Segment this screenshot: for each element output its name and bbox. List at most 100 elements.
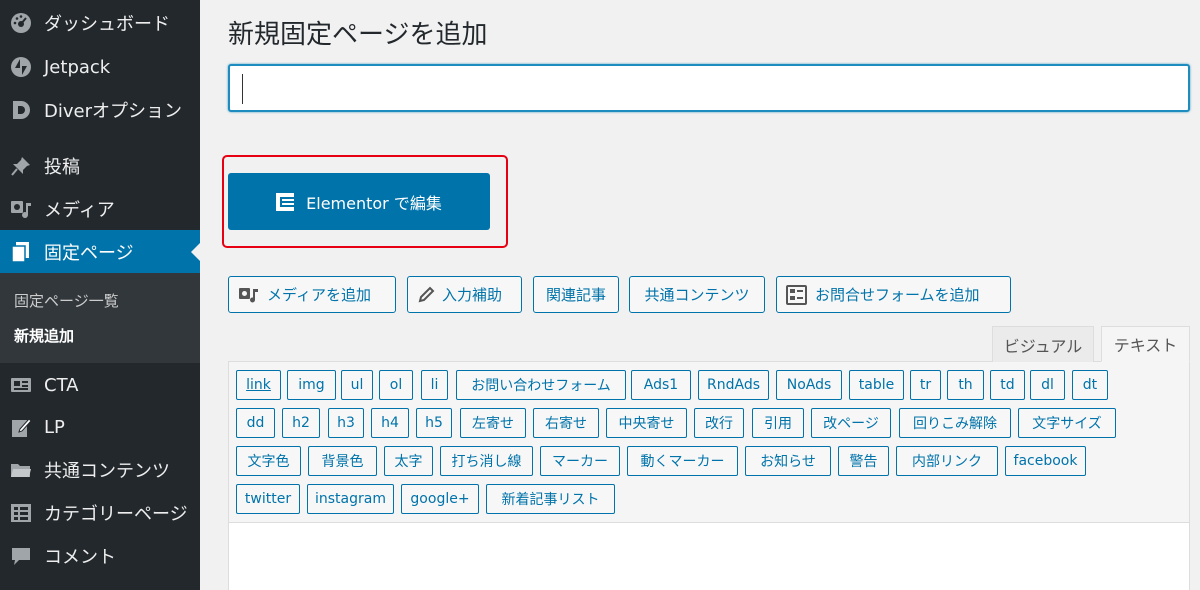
- diver-icon: [9, 98, 33, 122]
- jetpack-icon: [9, 55, 33, 79]
- quicktag-button[interactable]: google+: [401, 484, 479, 514]
- sidebar-item-label: カテゴリーページ: [44, 504, 188, 525]
- add-media-label: メディアを追加: [267, 286, 371, 304]
- sidebar-item-label: LP: [44, 416, 65, 438]
- title-input[interactable]: [228, 64, 1190, 112]
- quicktag-button[interactable]: table: [849, 370, 904, 400]
- quicktag-button[interactable]: 引用: [752, 408, 804, 438]
- sidebar-item-cta[interactable]: CTA: [0, 363, 200, 407]
- sidebar-item-comments[interactable]: コメント: [0, 534, 200, 578]
- quicktag-button[interactable]: th: [947, 370, 984, 400]
- quicktag-button[interactable]: 右寄せ: [533, 408, 599, 438]
- quicktag-button[interactable]: 動くマーカー: [627, 446, 738, 476]
- quicktag-button[interactable]: 左寄せ: [460, 408, 526, 438]
- quicktag-button[interactable]: 文字サイズ: [1018, 408, 1116, 438]
- quicktag-button[interactable]: instagram: [307, 484, 394, 514]
- sidebar-item-category-pages[interactable]: カテゴリーページ: [0, 491, 200, 535]
- media-icon: [238, 286, 260, 304]
- quicktag-button[interactable]: dd: [236, 408, 275, 438]
- quicktag-button[interactable]: h2: [282, 408, 320, 438]
- quicktag-button[interactable]: 打ち消し線: [440, 446, 533, 476]
- submenu-item-add-new[interactable]: 新規追加: [14, 325, 74, 346]
- edit-page-icon: [9, 415, 33, 439]
- sidebar-item-diver-options[interactable]: Diverオプション: [0, 88, 200, 132]
- cta-icon: [9, 373, 33, 397]
- quicktag-button[interactable]: NoAds: [776, 370, 842, 400]
- quicktag-button[interactable]: td: [990, 370, 1025, 400]
- sidebar-item-jetpack[interactable]: Jetpack: [0, 45, 200, 89]
- sidebar-item-label: 投稿: [44, 157, 80, 178]
- quicktag-button[interactable]: twitter: [236, 484, 300, 514]
- sidebar-item-label: Diverオプション: [44, 101, 182, 122]
- add-contact-form-label: お問合せフォームを追加: [815, 286, 980, 304]
- sidebar-item-label: ダッシュボード: [44, 14, 170, 35]
- form-icon: [786, 284, 808, 305]
- sidebar-item-label: 共通コンテンツ: [44, 461, 170, 482]
- edit-with-elementor-button[interactable]: Elementor で編集: [228, 173, 490, 230]
- common-contents-button[interactable]: 共通コンテンツ: [629, 276, 765, 313]
- sidebar-item-media[interactable]: メディア: [0, 187, 200, 231]
- input-assist-button[interactable]: 入力補助: [407, 276, 522, 313]
- common-contents-label: 共通コンテンツ: [644, 286, 750, 304]
- dashboard-icon: [9, 11, 33, 35]
- quicktag-button[interactable]: h5: [416, 408, 452, 438]
- quicktag-button[interactable]: facebook: [1005, 446, 1086, 476]
- sidebar-item-posts[interactable]: 投稿: [0, 144, 200, 188]
- text-caret: [242, 74, 243, 104]
- pencil-icon: [417, 286, 435, 304]
- quicktag-button[interactable]: お問い合わせフォーム: [456, 370, 626, 400]
- quicktag-button[interactable]: 中央寄せ: [606, 408, 687, 438]
- pages-submenu: 固定ページ一覧 新規追加: [0, 273, 200, 363]
- page-title: 新規固定ページを追加: [228, 20, 488, 50]
- quicktag-button[interactable]: 改行: [694, 408, 744, 438]
- quicktag-button[interactable]: マーカー: [540, 446, 620, 476]
- quicktag-button[interactable]: tr: [910, 370, 941, 400]
- related-posts-label: 関連記事: [545, 286, 606, 304]
- quicktag-button[interactable]: 新着記事リスト: [486, 484, 615, 514]
- tab-visual[interactable]: ビジュアル: [992, 326, 1094, 362]
- sidebar-item-label: 固定ページ: [44, 243, 134, 264]
- comment-icon: [9, 544, 33, 568]
- quicktag-button[interactable]: 警告: [838, 446, 889, 476]
- quicktag-button[interactable]: li: [421, 370, 448, 400]
- quicktag-button[interactable]: RndAds: [698, 370, 769, 400]
- sidebar-item-lp[interactable]: LP: [0, 405, 200, 449]
- sidebar-item-label: メディア: [44, 200, 115, 221]
- quicktag-button[interactable]: 背景色: [308, 446, 377, 476]
- sidebar-item-dashboard[interactable]: ダッシュボード: [0, 1, 200, 45]
- add-contact-form-button[interactable]: お問合せフォームを追加: [776, 276, 1011, 313]
- quicktag-button[interactable]: h4: [371, 408, 409, 438]
- related-posts-button[interactable]: 関連記事: [533, 276, 619, 313]
- quicktag-button[interactable]: link: [236, 370, 281, 400]
- elementor-button-label: Elementor で編集: [306, 193, 442, 213]
- quicktag-button[interactable]: Ads1: [631, 370, 691, 400]
- folder-icon: [9, 458, 33, 482]
- sidebar-item-common-contents[interactable]: 共通コンテンツ: [0, 448, 200, 492]
- quicktag-button[interactable]: お知らせ: [745, 446, 831, 476]
- elementor-icon: [276, 192, 295, 211]
- quicktag-button[interactable]: ul: [341, 370, 373, 400]
- input-assist-label: 入力補助: [442, 286, 503, 304]
- quicktag-button[interactable]: h3: [328, 408, 364, 438]
- quicktag-button[interactable]: 改ページ: [811, 408, 891, 438]
- pages-icon: [9, 240, 33, 264]
- quicktag-button[interactable]: ol: [379, 370, 413, 400]
- tab-text[interactable]: テキスト: [1101, 326, 1190, 362]
- quicktag-button[interactable]: img: [287, 370, 336, 400]
- pin-icon: [9, 154, 33, 178]
- quicktag-button[interactable]: 太字: [384, 446, 433, 476]
- quicktag-button[interactable]: dt: [1072, 370, 1108, 400]
- content-textarea[interactable]: [229, 522, 1189, 590]
- sidebar-item-label: Jetpack: [44, 56, 111, 78]
- submenu-item-all-pages[interactable]: 固定ページ一覧: [14, 290, 119, 311]
- sidebar-item-label: CTA: [44, 374, 79, 396]
- sidebar-item-pages[interactable]: 固定ページ: [0, 230, 200, 274]
- quicktag-button[interactable]: dl: [1030, 370, 1065, 400]
- quicktag-button[interactable]: 回りこみ解除: [899, 408, 1011, 438]
- quicktag-button[interactable]: 文字色: [236, 446, 301, 476]
- quicktag-button[interactable]: 内部リンク: [896, 446, 998, 476]
- add-media-button[interactable]: メディアを追加: [228, 276, 396, 313]
- category-icon: [9, 501, 33, 525]
- admin-sidebar: ダッシュボード Jetpack Diverオプション 投稿 メディア 固定ページ…: [0, 0, 200, 590]
- media-icon: [9, 197, 33, 221]
